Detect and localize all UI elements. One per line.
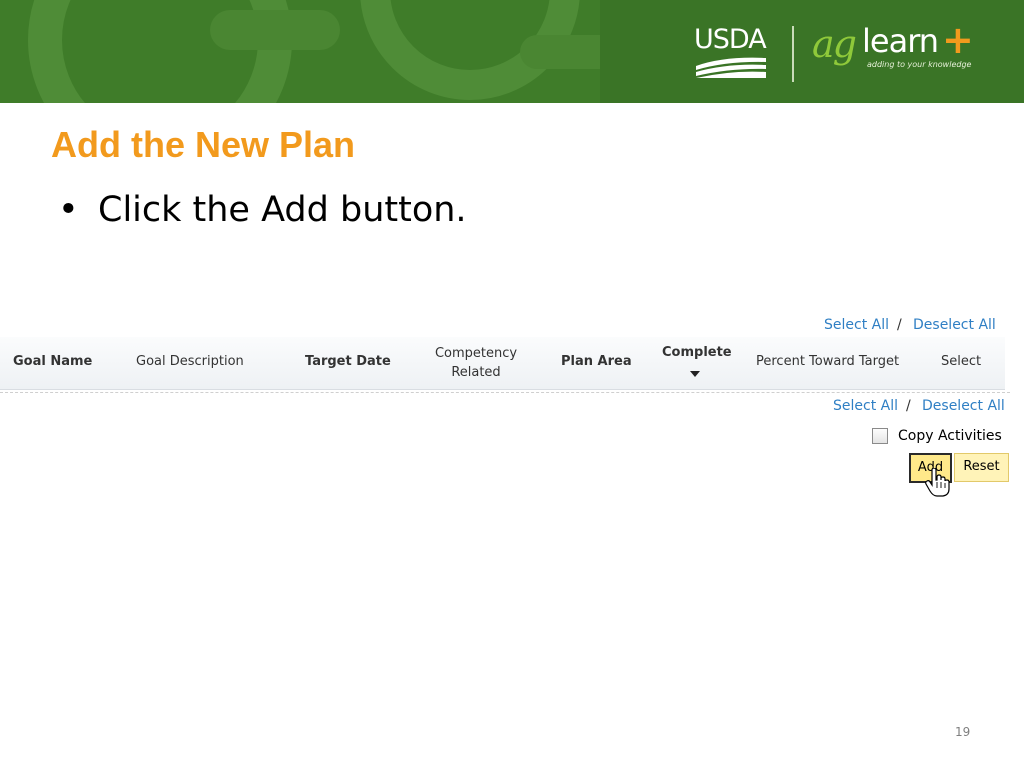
column-complete[interactable]: Complete xyxy=(662,345,732,360)
hand-pointer-icon xyxy=(925,468,950,497)
slide-title: Add the New Plan xyxy=(51,124,356,165)
goals-table-header: Goal Name Goal Description Target Date C… xyxy=(0,337,1005,390)
aglearn-learn-text: learn xyxy=(862,22,939,60)
column-competency-line1: Competency xyxy=(434,346,518,361)
column-goal-description[interactable]: Goal Description xyxy=(136,354,244,369)
reset-button[interactable]: Reset xyxy=(954,453,1009,482)
deselect-all-link-bottom[interactable]: Deselect All xyxy=(922,398,1005,414)
bullet-dot-icon: • xyxy=(58,190,79,230)
column-goal-name[interactable]: Goal Name xyxy=(13,354,92,369)
header-banner: USDA ag learn + adding to your knowledge xyxy=(0,0,1024,103)
page-number: 19 xyxy=(955,725,971,739)
select-separator-top: / xyxy=(897,317,902,333)
bullet-text: Click the Add button. xyxy=(98,190,467,230)
sort-descending-icon[interactable] xyxy=(690,371,700,377)
select-separator-bottom: / xyxy=(906,398,911,414)
logo-divider xyxy=(792,26,794,82)
select-all-link-bottom[interactable]: Select All xyxy=(833,398,898,414)
column-competency-line2: Related xyxy=(451,365,501,380)
table-divider xyxy=(0,392,1010,393)
column-percent-toward-target[interactable]: Percent Toward Target xyxy=(756,354,899,369)
copy-activities-checkbox[interactable] xyxy=(872,428,888,444)
usda-logo: USDA xyxy=(694,24,768,80)
column-target-date[interactable]: Target Date xyxy=(305,354,391,369)
copy-activities-label: Copy Activities xyxy=(898,428,1002,444)
column-select: Select xyxy=(941,354,982,369)
aglearn-ag-text: ag xyxy=(812,22,857,66)
column-plan-area[interactable]: Plan Area xyxy=(561,354,632,369)
aglearn-logo: ag learn + adding to your knowledge xyxy=(812,18,982,86)
column-competency-related[interactable]: Competency Related xyxy=(434,344,518,382)
aglearn-tagline: adding to your knowledge xyxy=(867,60,972,69)
deselect-all-link-top[interactable]: Deselect All xyxy=(913,317,996,333)
usda-logo-swoosh xyxy=(696,57,766,78)
aglearn-plus-text: + xyxy=(942,18,974,62)
bullet-item: • Click the Add button. xyxy=(58,190,467,230)
select-all-link-top[interactable]: Select All xyxy=(824,317,889,333)
